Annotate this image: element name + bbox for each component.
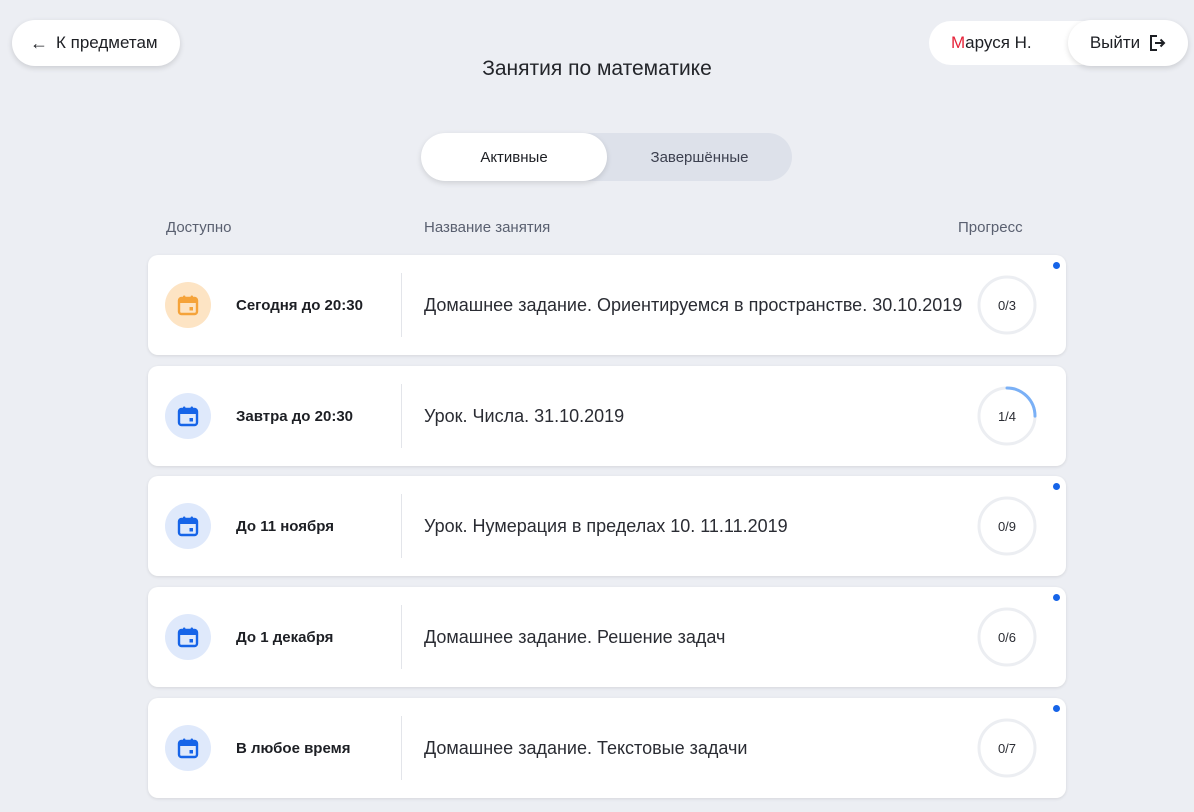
tab-completed[interactable]: Завершённые <box>607 133 792 181</box>
lesson-row[interactable]: До 11 ноября Урок. Нумерация в пределах … <box>148 476 1066 576</box>
new-indicator-dot <box>1053 594 1060 601</box>
column-header-progress: Прогресс <box>958 219 1023 236</box>
calendar-icon <box>165 282 211 328</box>
new-indicator-dot <box>1053 705 1060 712</box>
lesson-availability: Завтра до 20:30 <box>236 407 353 425</box>
calendar-icon <box>165 393 211 439</box>
progress-ring: 0/6 <box>974 604 1040 670</box>
lesson-availability: Сегодня до 20:30 <box>236 296 363 314</box>
row-divider <box>401 605 402 669</box>
lesson-row[interactable]: До 1 декабря Домашнее задание. Решение з… <box>148 587 1066 687</box>
logout-icon <box>1148 34 1166 52</box>
arrow-left-icon: ← <box>30 33 48 53</box>
progress-ring: 0/7 <box>974 715 1040 781</box>
logout-button[interactable]: Выйти <box>1068 20 1188 66</box>
lesson-title: Урок. Числа. 31.10.2019 <box>424 406 625 426</box>
lesson-availability: До 1 декабря <box>236 628 334 646</box>
lesson-title: Урок. Нумерация в пределах 10. 11.11.201… <box>424 516 788 536</box>
lesson-row[interactable]: Сегодня до 20:30 Домашнее задание. Ориен… <box>148 255 1066 355</box>
new-indicator-dot <box>1053 262 1060 269</box>
lesson-status-tabs: Активные Завершённые <box>421 133 792 181</box>
row-divider <box>401 716 402 780</box>
row-divider <box>401 384 402 448</box>
lesson-title: Домашнее задание. Текстовые задачи <box>424 738 748 758</box>
row-divider <box>401 494 402 558</box>
row-divider <box>401 273 402 337</box>
logout-label: Выйти <box>1089 33 1141 52</box>
column-header-name: Название занятия <box>424 219 551 236</box>
user-initial: М <box>951 33 966 52</box>
progress-count: 0/6 <box>997 629 1017 645</box>
lesson-availability: В любое время <box>236 739 351 757</box>
back-button-label: К предметам <box>56 33 158 52</box>
tab-active[interactable]: Активные <box>421 133 607 181</box>
progress-count: 0/3 <box>997 297 1017 313</box>
column-header-available: Доступно <box>166 219 232 236</box>
calendar-icon <box>165 503 211 549</box>
lesson-availability: До 11 ноября <box>236 517 334 535</box>
progress-count: 0/9 <box>997 518 1017 534</box>
user-name-rest: аруся Н. <box>965 33 1032 52</box>
new-indicator-dot <box>1053 483 1060 490</box>
calendar-icon <box>165 725 211 771</box>
progress-ring: 1/4 <box>974 383 1040 449</box>
progress-count: 1/4 <box>997 408 1017 424</box>
lesson-title: Домашнее задание. Решение задач <box>424 627 726 647</box>
lesson-row[interactable]: Завтра до 20:30 Урок. Числа. 31.10.2019 … <box>148 366 1066 466</box>
progress-ring: 0/9 <box>974 493 1040 559</box>
progress-count: 0/7 <box>997 740 1017 756</box>
calendar-icon <box>165 614 211 660</box>
lesson-title: Домашнее задание. Ориентируемся в простр… <box>424 295 963 315</box>
progress-ring: 0/3 <box>974 272 1040 338</box>
lesson-row[interactable]: В любое время Домашнее задание. Текстовы… <box>148 698 1066 798</box>
